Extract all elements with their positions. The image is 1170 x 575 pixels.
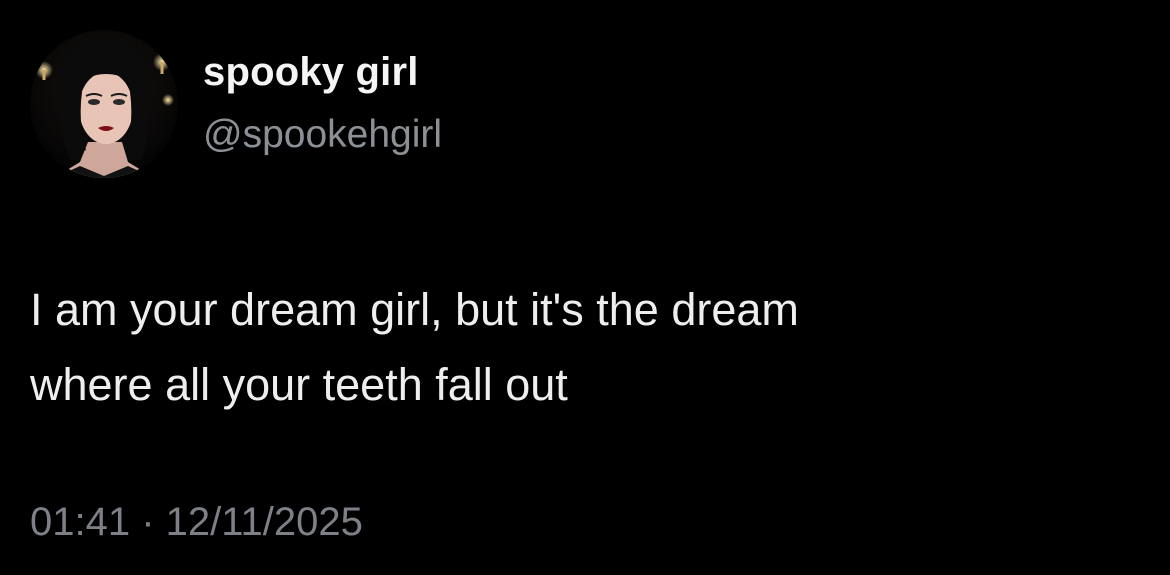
user-handle[interactable]: @spookehgirl — [203, 113, 442, 157]
profile-photo-avatar-icon — [30, 30, 178, 178]
avatar[interactable] — [30, 30, 178, 178]
tweet-card: spooky girl @spookehgirl I am your dream… — [0, 0, 1170, 575]
tweet-text-line: where all your teeth fall out — [30, 359, 568, 410]
tweet-text-line: I am your dream girl, but it's the dream — [30, 284, 799, 335]
tweet-timestamp[interactable]: 01:41 · 12/11/2025 — [30, 500, 363, 545]
tweet-text: I am your dream girl, but it's the dream… — [30, 272, 1130, 422]
display-name[interactable]: spooky girl — [203, 50, 419, 95]
